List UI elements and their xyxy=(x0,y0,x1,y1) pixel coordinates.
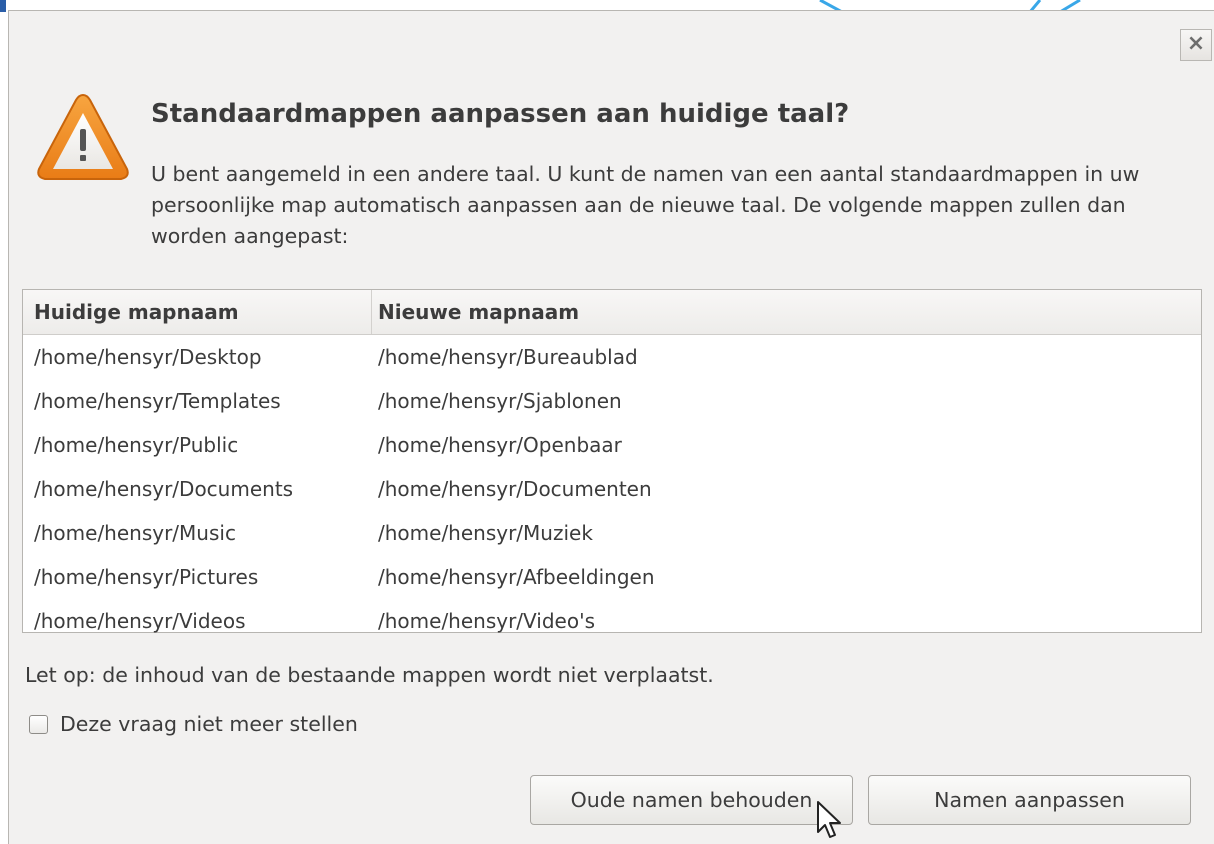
new-folder-cell: /home/hensyr/Sjablonen xyxy=(378,389,622,413)
table-row[interactable]: /home/hensyr/Videos /home/hensyr/Video's xyxy=(23,599,1201,643)
dialog-title: Standaardmappen aanpassen aan huidige ta… xyxy=(151,99,850,129)
rename-folders-dialog: × Standaardmappen aanpassen aan huidige … xyxy=(8,10,1214,844)
new-folder-cell: /home/hensyr/Documenten xyxy=(378,477,652,501)
table-row[interactable]: /home/hensyr/Public /home/hensyr/Openbaa… xyxy=(23,423,1201,467)
new-folder-cell: /home/hensyr/Afbeeldingen xyxy=(378,565,655,589)
keep-old-names-button[interactable]: Oude namen behouden xyxy=(530,775,853,825)
new-folder-cell: /home/hensyr/Bureaublad xyxy=(378,345,638,369)
new-folder-cell: /home/hensyr/Openbaar xyxy=(378,433,622,457)
table-row[interactable]: /home/hensyr/Music /home/hensyr/Muziek xyxy=(23,511,1201,555)
current-folder-cell: /home/hensyr/Templates xyxy=(34,389,281,413)
current-folder-cell: /home/hensyr/Music xyxy=(34,521,236,545)
notice-text: Let op: de inhoud van de bestaande mappe… xyxy=(25,663,714,687)
dont-ask-again-option[interactable]: Deze vraag niet meer stellen xyxy=(29,709,358,739)
current-folder-cell: /home/hensyr/Desktop xyxy=(34,345,262,369)
new-folder-cell: /home/hensyr/Muziek xyxy=(378,521,593,545)
folder-rename-table[interactable]: Huidige mapnaam Nieuwe mapnaam /home/hen… xyxy=(22,289,1202,633)
current-folder-cell: /home/hensyr/Videos xyxy=(34,609,246,633)
close-button[interactable]: × xyxy=(1180,29,1212,61)
new-folder-cell: /home/hensyr/Video's xyxy=(378,609,596,633)
column-header-current[interactable]: Huidige mapnaam xyxy=(23,290,372,334)
current-folder-cell: /home/hensyr/Public xyxy=(34,433,239,457)
table-row[interactable]: /home/hensyr/Templates /home/hensyr/Sjab… xyxy=(23,379,1201,423)
table-row[interactable]: /home/hensyr/Desktop /home/hensyr/Bureau… xyxy=(23,335,1201,379)
rename-folders-button[interactable]: Namen aanpassen xyxy=(868,775,1191,825)
warning-triangle-icon xyxy=(37,93,129,180)
current-folder-cell: /home/hensyr/Pictures xyxy=(34,565,259,589)
column-header-new[interactable]: Nieuwe mapnaam xyxy=(372,290,1201,334)
current-folder-cell: /home/hensyr/Documents xyxy=(34,477,294,501)
table-header: Huidige mapnaam Nieuwe mapnaam xyxy=(23,290,1201,335)
dont-ask-again-label[interactable]: Deze vraag niet meer stellen xyxy=(60,712,358,736)
table-row[interactable]: /home/hensyr/Documents /home/hensyr/Docu… xyxy=(23,467,1201,511)
table-row[interactable]: /home/hensyr/Pictures /home/hensyr/Afbee… xyxy=(23,555,1201,599)
dialog-description: U bent aangemeld in een andere taal. U k… xyxy=(151,162,1140,248)
dont-ask-again-checkbox[interactable] xyxy=(29,714,48,734)
close-icon: × xyxy=(1186,31,1206,56)
